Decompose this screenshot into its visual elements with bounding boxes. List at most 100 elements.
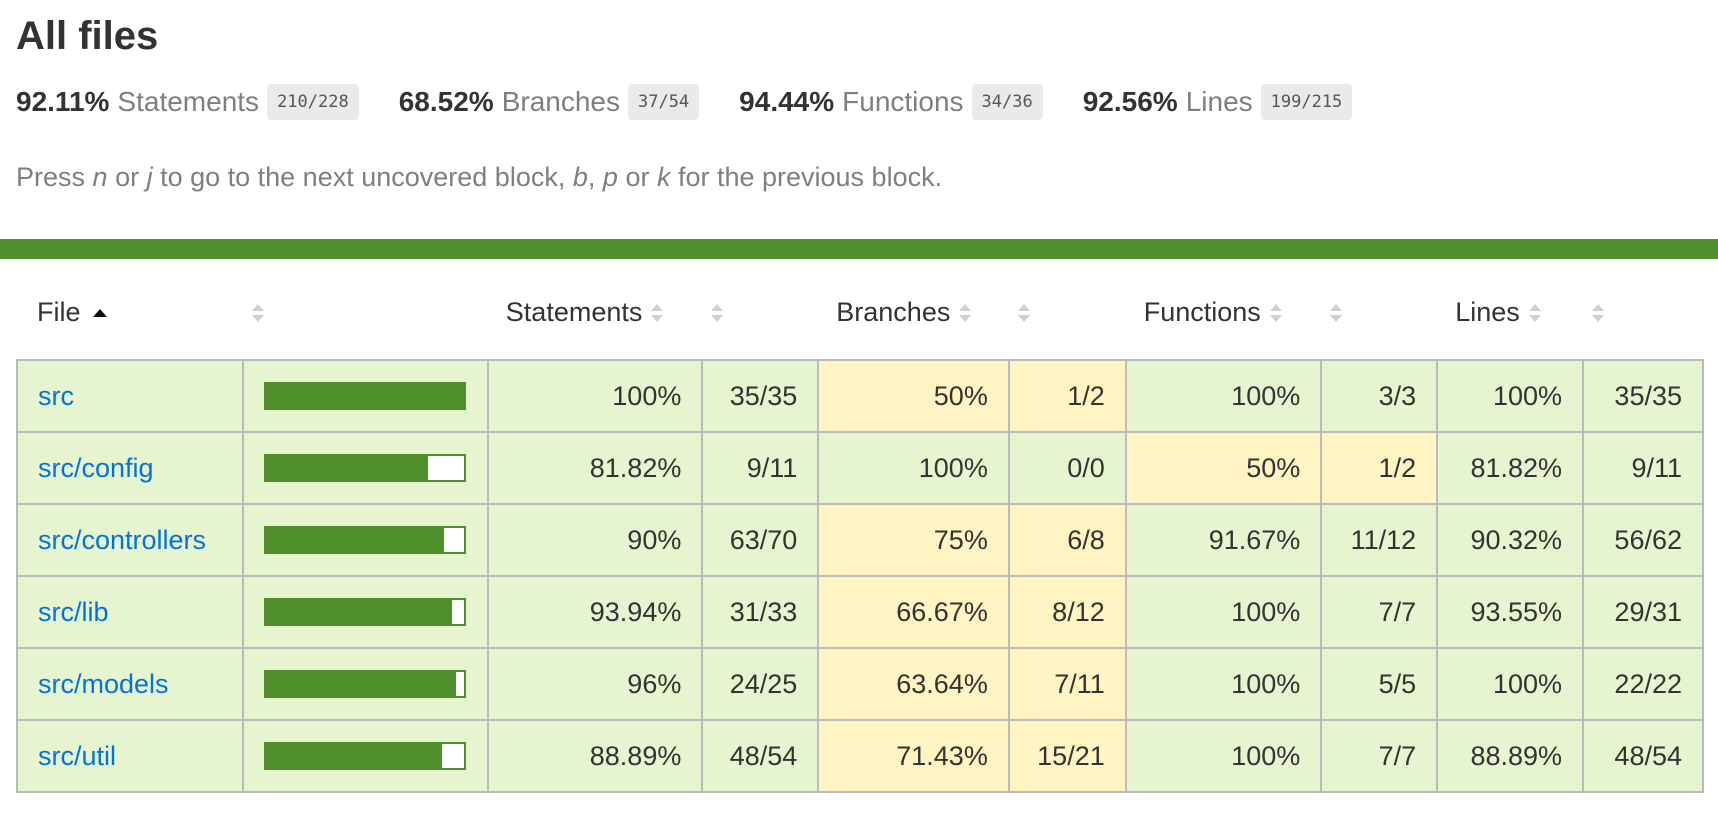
header-file[interactable]: File (17, 259, 243, 360)
branches-fraction: 6/8 (1007, 503, 1127, 577)
branches-fraction: 15/21 (1007, 719, 1127, 793)
functions-pct: 91.67% (1124, 503, 1323, 577)
summary-functions: 94.44% Functions 34/36 (739, 84, 1043, 120)
file-link[interactable]: src/config (38, 453, 154, 483)
file-link[interactable]: src/util (38, 741, 116, 771)
sort-icon (958, 302, 972, 324)
statements-pct: 100% (486, 359, 704, 433)
sort-icon (650, 302, 664, 324)
statements-pct: 81.82% (486, 431, 704, 505)
summary-pct: 92.56% (1082, 86, 1178, 117)
header-branches-raw[interactable] (1009, 259, 1126, 360)
summary-fraction: 37/54 (627, 84, 700, 120)
coverage-bar-empty (441, 744, 464, 768)
statements-fraction: 24/25 (701, 647, 820, 721)
header-statements[interactable]: Statements (488, 259, 703, 360)
sort-ascending-icon (92, 309, 107, 318)
header-lines[interactable]: Lines (1437, 259, 1583, 360)
coverage-bar (263, 598, 466, 626)
lines-fraction: 56/62 (1582, 503, 1704, 577)
lines-fraction: 29/31 (1582, 575, 1704, 649)
statements-fraction: 48/54 (701, 719, 820, 793)
lines-fraction: 35/35 (1582, 359, 1704, 433)
sort-icon (1017, 302, 1030, 324)
statements-fraction: 63/70 (701, 503, 820, 577)
lines-fraction: 22/22 (1582, 647, 1704, 721)
file-cell: src/models (16, 647, 244, 721)
header-branches[interactable]: Branches (818, 259, 1009, 360)
header-functions[interactable]: Functions (1126, 259, 1322, 360)
file-cell: src (16, 359, 244, 433)
summary-label: Functions (842, 86, 964, 117)
functions-pct: 100% (1124, 575, 1323, 649)
branches-pct: 50% (817, 359, 1010, 433)
sort-icon (710, 302, 724, 324)
statements-pct: 96% (486, 647, 704, 721)
header-file-bar[interactable] (243, 259, 488, 360)
functions-fraction: 1/2 (1320, 431, 1439, 505)
summary-statements: 92.11% Statements 210/228 (16, 84, 359, 120)
summary-label: Statements (117, 86, 260, 117)
statements-pct: 90% (486, 503, 704, 577)
file-cell: src/config (16, 431, 244, 505)
file-link[interactable]: src/models (38, 669, 169, 699)
lines-pct: 90.32% (1436, 503, 1585, 577)
summary-label: Lines (1185, 86, 1253, 117)
coverage-bar-cell (241, 431, 489, 505)
header-functions-raw[interactable] (1321, 259, 1437, 360)
summary-pct: 94.44% (739, 86, 835, 117)
coverage-bar-cell (241, 575, 489, 649)
branches-pct: 71.43% (817, 719, 1010, 793)
table-row: src/lib 93.94% 31/33 66.67% 8/12 100% 7/7 93.55… (16, 575, 1704, 649)
functions-fraction: 7/7 (1320, 719, 1439, 793)
coverage-table: File Statements Branches Functions Lines… (16, 259, 1704, 793)
coverage-bar (263, 382, 466, 410)
file-link[interactable]: src/controllers (38, 525, 206, 555)
header-statements-raw[interactable] (702, 259, 818, 360)
functions-pct: 100% (1124, 719, 1323, 793)
table-row: src/config 81.82% 9/11 100% 0/0 50% 1/2 81.82% 9… (16, 431, 1704, 505)
branches-fraction: 7/11 (1007, 647, 1127, 721)
coverage-bar-cell (241, 359, 489, 433)
statements-fraction: 9/11 (701, 431, 820, 505)
lines-pct: 81.82% (1436, 431, 1585, 505)
functions-fraction: 3/3 (1320, 359, 1439, 433)
file-cell: src/util (16, 719, 244, 793)
table-row: src/models 96% 24/25 63.64% 7/11 100% 5/5 100% 2… (16, 647, 1704, 721)
coverage-bar-cell (241, 647, 489, 721)
functions-pct: 50% (1124, 431, 1323, 505)
statements-pct: 88.89% (486, 719, 704, 793)
lines-fraction: 9/11 (1582, 431, 1704, 505)
lines-pct: 88.89% (1436, 719, 1585, 793)
lines-pct: 100% (1436, 647, 1585, 721)
branches-pct: 100% (817, 431, 1010, 505)
lines-fraction: 48/54 (1582, 719, 1704, 793)
table-row: src 100% 35/35 50% 1/2 100% 3/3 100% 35/35 (16, 359, 1704, 433)
statements-fraction: 35/35 (701, 359, 820, 433)
table-header-row: File Statements Branches Functions Lines (17, 259, 1703, 360)
branches-fraction: 1/2 (1007, 359, 1127, 433)
summary-label: Branches (501, 86, 620, 117)
lines-pct: 100% (1436, 359, 1585, 433)
coverage-bar-empty (455, 672, 464, 696)
branches-pct: 75% (817, 503, 1010, 577)
coverage-bar-empty (444, 528, 464, 552)
statements-fraction: 31/33 (701, 575, 820, 649)
summary-fraction: 34/36 (971, 84, 1043, 120)
coverage-bar (263, 454, 466, 482)
functions-fraction: 11/12 (1320, 503, 1439, 577)
header-lines-raw[interactable] (1583, 259, 1703, 360)
sort-icon (1269, 302, 1282, 324)
table-row: src/util 88.89% 48/54 71.43% 15/21 100% 7/7 88.… (16, 719, 1704, 793)
branches-fraction: 8/12 (1007, 575, 1127, 649)
coverage-bar (263, 526, 466, 554)
coverage-bar-empty (427, 456, 464, 480)
summary-pct: 92.11% (16, 86, 110, 117)
sort-icon (1591, 302, 1605, 324)
file-link[interactable]: src (38, 381, 74, 411)
summary-fraction: 199/215 (1260, 84, 1353, 120)
sort-icon (1528, 302, 1541, 324)
file-link[interactable]: src/lib (38, 597, 109, 627)
summary-pct: 68.52% (398, 86, 494, 117)
table-row: src/controllers 90% 63/70 75% 6/8 91.67% 11/12… (16, 503, 1704, 577)
